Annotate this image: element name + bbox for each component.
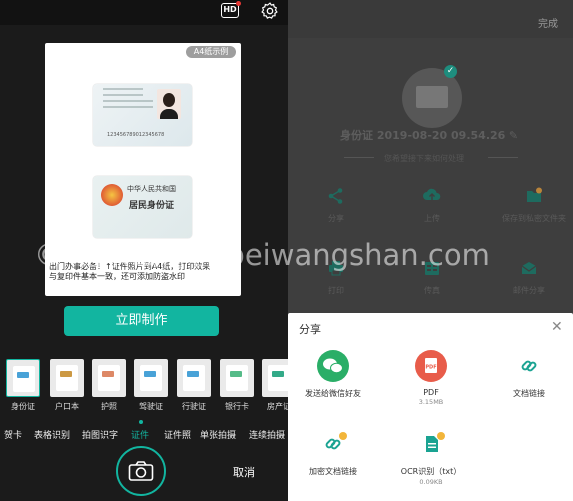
notice-text: 出门办事必备！↑证件照片到A4纸，打印效果 与复印件基本一致，还可添加防盗水印 — [49, 262, 239, 282]
id-number: 123456789012345678 — [107, 132, 165, 138]
a4-sample-tag: A4纸示例 — [186, 46, 236, 58]
lock-badge-icon — [437, 432, 445, 440]
upload-icon — [423, 188, 441, 200]
card-label: 银行卡 — [225, 402, 249, 411]
card-household-register[interactable]: 户口本 — [48, 357, 86, 413]
action-label: 打印 — [328, 286, 344, 295]
share-label: OCR识别（txt） — [400, 467, 462, 476]
ocr-icon — [415, 428, 447, 460]
card-passport[interactable]: 护照 — [90, 357, 128, 413]
card-bank-card[interactable]: 银行卡 — [218, 357, 256, 413]
a4-document-preview[interactable] — [45, 43, 241, 296]
capture-mode-bar: 贺卡 表格识别 拍图识字 证件 证件照 单张拍摄 连续拍摄 — [0, 428, 288, 444]
private-folder-icon — [527, 187, 542, 202]
svg-text:PDF: PDF — [425, 365, 436, 371]
active-mode-indicator — [139, 420, 143, 424]
gear-icon[interactable] — [260, 1, 280, 21]
card-vehicle-license[interactable]: 行驶证 — [175, 357, 213, 413]
cancel-button[interactable]: 取消 — [233, 464, 255, 480]
share-sheet: 分享 ✕ 发送给微信好友 PDF PDF 3.15MB 文档链接 加密文档链接 … — [288, 313, 573, 501]
card-label: 身份证 — [11, 402, 35, 411]
action-private-folder[interactable]: 保存到私密文件夹 — [494, 187, 573, 224]
document-thumbnail — [416, 86, 448, 108]
result-top-bar — [288, 0, 573, 38]
id-portrait — [157, 89, 181, 119]
done-button[interactable]: 完成 — [538, 15, 558, 30]
action-label: 上传 — [424, 214, 440, 223]
action-label: 分享 — [328, 214, 344, 223]
mode-single-shot[interactable]: 单张拍摄 — [200, 428, 236, 441]
share-doc-link[interactable]: 文档链接 — [484, 350, 573, 399]
file-size: 0.09KB — [419, 478, 443, 486]
mode-id[interactable]: 证件 — [131, 428, 149, 441]
action-print[interactable]: 打印 — [306, 259, 366, 296]
make-now-button[interactable]: 立即制作 — [64, 306, 219, 336]
share-icon — [328, 188, 343, 204]
id-back-title: 中华人民共和国 — [127, 185, 176, 193]
mode-table-ocr[interactable]: 表格识别 — [34, 428, 70, 441]
id-card-front-image: 123456789012345678 — [93, 84, 192, 146]
id-back-name: 居民身份证 — [129, 201, 175, 211]
share-wechat[interactable]: 发送给微信好友 — [288, 350, 378, 399]
divider — [344, 157, 374, 158]
share-label: 加密文档链接 — [309, 467, 357, 476]
pdf-icon: PDF — [415, 350, 447, 382]
share-label: PDF — [423, 388, 439, 397]
card-label: 护照 — [101, 402, 117, 411]
share-pdf[interactable]: PDF PDF 3.15MB — [386, 350, 476, 406]
mode-continuous-shot[interactable]: 连续拍摄 — [249, 428, 285, 441]
edit-icon[interactable]: ✎ — [509, 129, 518, 142]
action-share[interactable]: 分享 — [306, 187, 366, 224]
camera-top-bar — [0, 0, 288, 25]
divider — [488, 157, 518, 158]
card-driver-license[interactable]: 驾驶证 — [132, 357, 170, 413]
close-icon[interactable]: ✕ — [551, 319, 563, 335]
result-screen: 完成 ✓ 身份证 2019-08-20 09.54.26 ✎ 您希望接下来如何处… — [288, 0, 573, 501]
share-encrypted-link[interactable]: 加密文档链接 — [288, 428, 378, 477]
share-sheet-title: 分享 — [299, 323, 321, 336]
card-label: 房产证 — [267, 402, 288, 411]
national-emblem-icon — [101, 184, 123, 206]
action-fax[interactable]: 传真 — [402, 259, 462, 296]
hd-badge-dot — [236, 1, 241, 6]
check-icon: ✓ — [444, 65, 457, 78]
document-title: 身份证 2019-08-20 09.54.26 ✎ — [340, 129, 519, 142]
share-label: 发送给微信好友 — [305, 389, 361, 398]
card-label: 行驶证 — [182, 402, 206, 411]
card-label: 户口本 — [55, 402, 79, 411]
lock-badge-icon — [339, 432, 347, 440]
card-id-card[interactable]: 身份证 — [4, 357, 42, 413]
screenshot: HD A4纸示例 123456789012345678 中华人民共和国 居民身份… — [0, 0, 573, 501]
id-card-back-image: 中华人民共和国 居民身份证 — [93, 176, 192, 238]
share-label: 文档链接 — [513, 389, 545, 398]
camera-screen: HD A4纸示例 123456789012345678 中华人民共和国 居民身份… — [0, 0, 288, 501]
action-mail-share[interactable]: 邮件分享 — [499, 259, 559, 296]
notice-line-2: 与复印件基本一致，还可添加防盗水印 — [49, 272, 185, 281]
link-icon — [513, 350, 545, 382]
notice-line-1: 出门办事必备！↑证件照片到A4纸，打印效果 — [49, 262, 211, 271]
card-label: 驾驶证 — [139, 402, 163, 411]
mode-greeting-card[interactable]: 贺卡 — [4, 428, 22, 441]
action-label: 传真 — [424, 286, 440, 295]
mode-id-photo[interactable]: 证件照 — [164, 428, 191, 441]
locked-link-icon — [317, 428, 349, 460]
wechat-icon — [317, 350, 349, 382]
next-step-hint: 您希望接下来如何处理 — [384, 154, 464, 163]
action-label: 邮件分享 — [513, 286, 545, 295]
action-upload[interactable]: 上传 — [402, 187, 462, 224]
card-property-certificate[interactable]: 房产证 — [260, 357, 288, 413]
print-icon — [329, 261, 343, 276]
mail-icon — [521, 262, 537, 274]
share-ocr-txt[interactable]: OCR识别（txt） 0.09KB — [386, 428, 476, 486]
file-size: 3.15MB — [418, 398, 444, 406]
mode-image-ocr[interactable]: 拍图识字 — [82, 428, 118, 441]
fax-icon — [425, 262, 439, 275]
action-label: 保存到私密文件夹 — [502, 214, 566, 223]
camera-icon — [128, 461, 154, 481]
document-type-carousel: 身份证 户口本 护照 驾驶证 行驶证 银行卡 房产证 — [0, 357, 288, 413]
